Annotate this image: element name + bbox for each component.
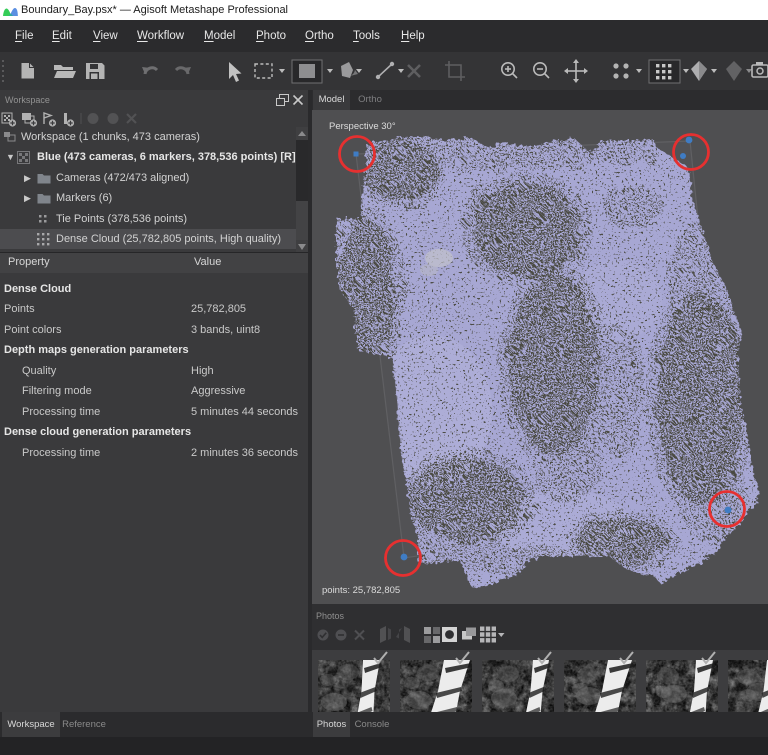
svg-text:Perspective 30°: Perspective 30° [329,121,396,132]
svg-text:points: 25,782,805: points: 25,782,805 [322,585,400,596]
